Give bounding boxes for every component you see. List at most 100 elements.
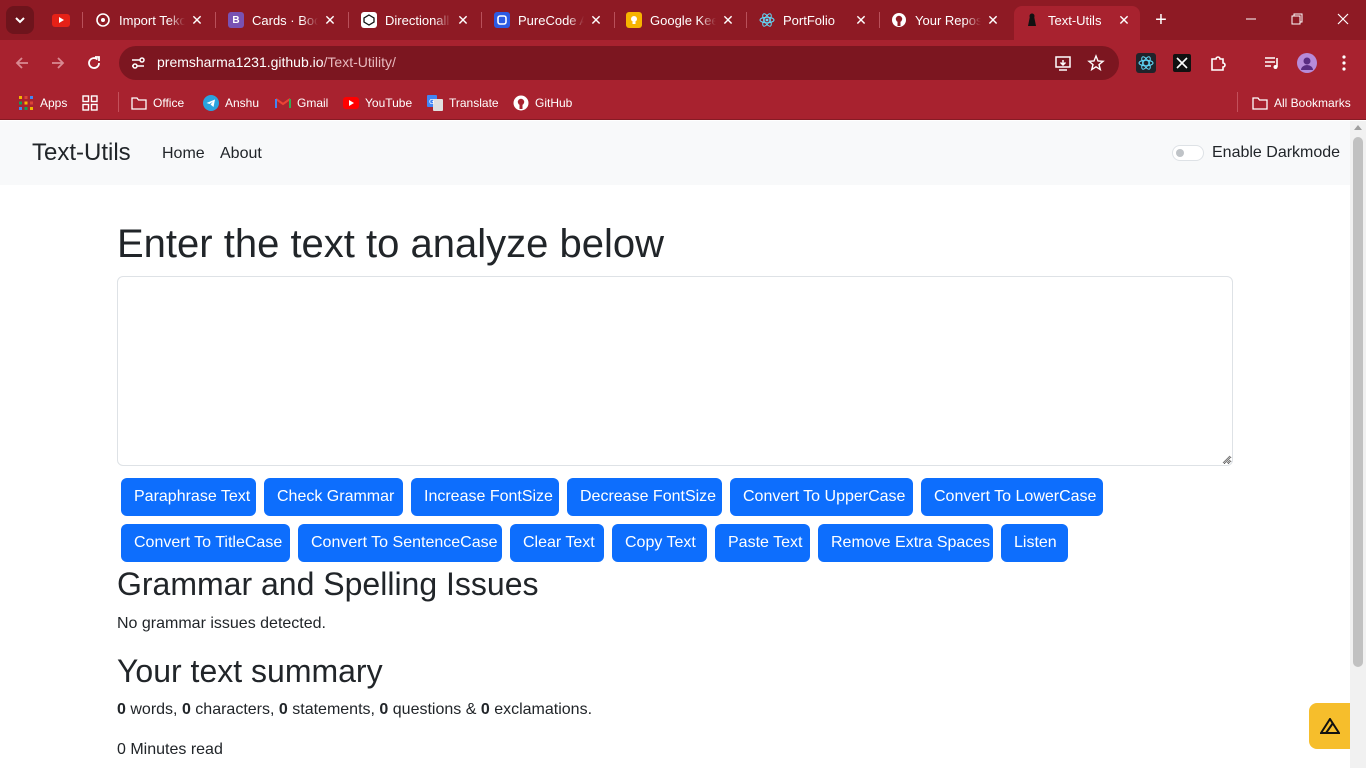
github-icon (513, 95, 529, 111)
darkmode-label[interactable]: Enable Darkmode (1212, 144, 1340, 162)
grammar-issues-text: No grammar issues detected. (117, 615, 326, 632)
bookmark-label: Office (153, 96, 185, 110)
bookmark-label: YouTube (365, 96, 413, 110)
question-count: 0 (379, 701, 389, 718)
keep-icon (626, 12, 642, 28)
increase-fontsize-button[interactable]: Increase FontSize (411, 478, 559, 516)
tab-title: Text-Utils (1048, 12, 1102, 28)
brand-link[interactable]: Text-Utils (32, 139, 131, 167)
media-controls-icon[interactable] (1262, 53, 1282, 73)
extension-icon[interactable] (1172, 53, 1192, 73)
reload-icon[interactable] (82, 51, 106, 75)
restore-icon[interactable] (1287, 10, 1307, 30)
darkmode-toggle[interactable] (1172, 145, 1204, 161)
paraphrase-text-button[interactable]: Paraphrase Text (121, 478, 256, 516)
bookmarks-divider (118, 92, 119, 112)
tab-import-teko[interactable]: Import Teko ✕ (95, 6, 205, 34)
close-tab-icon[interactable]: ✕ (189, 12, 205, 28)
folder-icon (1252, 95, 1268, 111)
convert-titlecase-button[interactable]: Convert To TitleCase (121, 524, 290, 562)
scroll-up-arrow-icon[interactable] (1354, 125, 1362, 130)
text-input-area[interactable] (117, 276, 1233, 466)
codepen-icon (361, 12, 377, 28)
bookmark-label: GitHub (535, 96, 573, 110)
back-icon[interactable] (10, 51, 34, 75)
browser-menu-icon[interactable] (1334, 53, 1354, 73)
toggle-knob (1176, 149, 1184, 157)
nav-link-about[interactable]: About (220, 145, 262, 163)
close-window-icon[interactable] (1333, 10, 1353, 30)
remove-extra-spaces-button[interactable]: Remove Extra Spaces (818, 524, 993, 562)
tab-text-utils[interactable]: Text-Utils ✕ (1014, 6, 1140, 40)
bookmark-label: Gmail (297, 96, 329, 110)
bookmark-github[interactable]: GitHub (513, 92, 572, 114)
url-text: premsharma1231.github.io/Text-Utility/ (157, 54, 396, 70)
copy-text-button[interactable]: Copy Text (612, 524, 707, 562)
tab-cards-bootstrap[interactable]: B Cards · Boot ✕ (228, 6, 338, 34)
close-tab-icon[interactable]: ✕ (455, 12, 471, 28)
tab-directionally[interactable]: Directionall ✕ (361, 6, 471, 34)
tab-your-repositories[interactable]: Your Reposi ✕ (891, 6, 1001, 34)
site-settings-icon[interactable] (129, 54, 147, 72)
decrease-fontsize-button[interactable]: Decrease FontSize (567, 478, 722, 516)
address-bar[interactable]: premsharma1231.github.io/Text-Utility/ (119, 46, 1119, 80)
clear-text-button[interactable]: Clear Text (510, 524, 604, 562)
close-tab-icon[interactable]: ✕ (322, 12, 338, 28)
statement-count-label: statements, (292, 701, 375, 718)
profile-avatar-icon[interactable] (1297, 53, 1317, 73)
nav-link-home[interactable]: Home (162, 145, 205, 163)
character-count-label: characters, (195, 701, 275, 718)
tab-groups-icon[interactable] (82, 92, 104, 114)
forward-icon[interactable] (46, 51, 70, 75)
extensions-puzzle-icon[interactable] (1208, 53, 1228, 73)
openai-icon (95, 12, 111, 28)
close-tab-icon[interactable]: ✕ (1116, 12, 1132, 28)
check-grammar-button[interactable]: Check Grammar (264, 478, 403, 516)
floating-widget-button[interactable] (1309, 703, 1350, 749)
bookmark-anshu[interactable]: Anshu (203, 92, 259, 114)
bookmark-translate[interactable]: G Translate (427, 92, 499, 114)
react-devtools-extension-icon[interactable] (1136, 53, 1156, 73)
tab-title: Cards · Boot (252, 12, 318, 28)
tab-title: PureCode A (518, 12, 584, 28)
tab-portfolio[interactable]: PortFolio ✕ (759, 6, 869, 34)
bookmark-apps[interactable]: Apps (18, 92, 67, 114)
textutils-icon (1024, 12, 1040, 28)
react-icon (759, 12, 775, 28)
bookmark-youtube[interactable]: YouTube (343, 92, 412, 114)
paste-text-button[interactable]: Paste Text (715, 524, 810, 562)
listen-button[interactable]: Listen (1001, 524, 1068, 562)
bookmark-star-icon[interactable] (1087, 54, 1105, 72)
gmail-icon (275, 95, 291, 111)
convert-uppercase-button[interactable]: Convert To UpperCase (730, 478, 913, 516)
tab-youtube[interactable] (52, 6, 72, 34)
tab-google-keep[interactable]: Google Kee ✕ (626, 6, 736, 34)
install-app-icon[interactable] (1054, 54, 1072, 72)
tab-search-button[interactable] (6, 6, 34, 34)
browser-toolbar: premsharma1231.github.io/Text-Utility/ (0, 40, 1366, 86)
resize-grip-icon[interactable] (1222, 455, 1231, 464)
tab-purecode[interactable]: PureCode A ✕ (494, 6, 604, 34)
close-tab-icon[interactable]: ✕ (853, 12, 869, 28)
page-scrollbar[interactable] (1350, 121, 1366, 768)
bookmark-gmail[interactable]: Gmail (275, 92, 328, 114)
minimize-icon[interactable] (1241, 10, 1261, 30)
tab-separator (481, 12, 482, 28)
all-bookmarks[interactable]: All Bookmarks (1252, 92, 1351, 114)
new-tab-button[interactable]: + (1150, 9, 1172, 31)
telegram-icon (203, 95, 219, 111)
close-tab-icon[interactable]: ✕ (588, 12, 604, 28)
close-tab-icon[interactable]: ✕ (985, 12, 1001, 28)
exclamation-count-label: exclamations. (494, 701, 593, 718)
github-icon (891, 12, 907, 28)
convert-sentencecase-button[interactable]: Convert To SentenceCase (298, 524, 502, 562)
word-count: 0 (117, 701, 126, 718)
close-tab-icon[interactable]: ✕ (720, 12, 736, 28)
tab-title: Import Teko (119, 12, 185, 28)
bookmark-office[interactable]: Office (131, 92, 184, 114)
purecode-icon (494, 12, 510, 28)
convert-lowercase-button[interactable]: Convert To LowerCase (921, 478, 1103, 516)
scroll-thumb[interactable] (1353, 137, 1363, 667)
tab-separator (348, 12, 349, 28)
bootstrap-icon: B (228, 12, 244, 28)
